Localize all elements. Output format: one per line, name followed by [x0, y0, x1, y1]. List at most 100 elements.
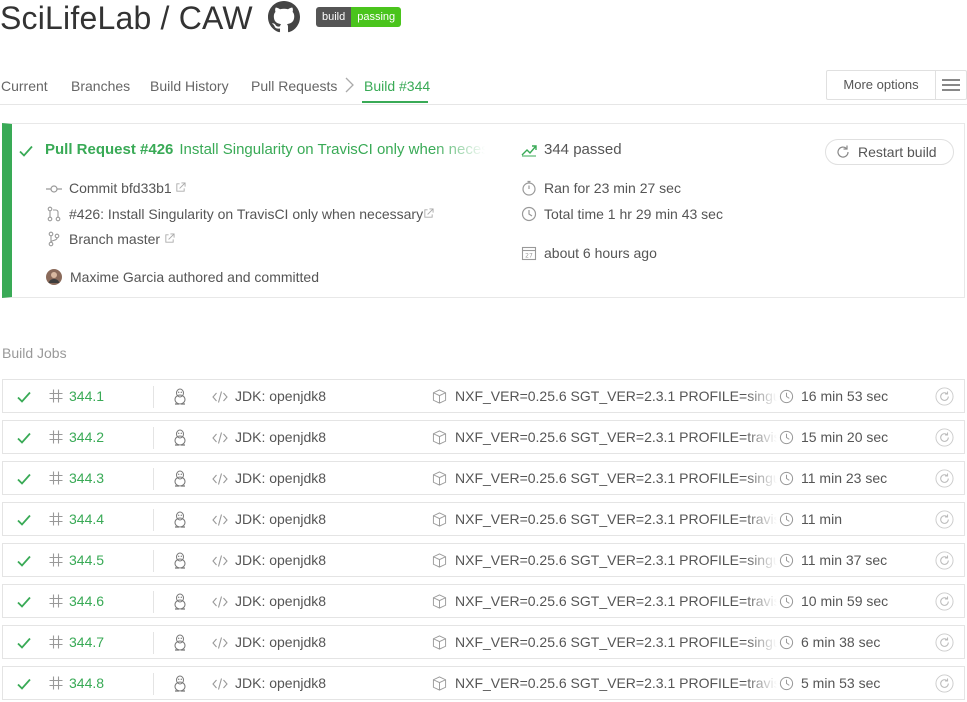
linux-icon [174, 552, 186, 569]
job-row[interactable]: 344.8 JDK: openjdk8 NXF_VER=0.25.6 SGT_V… [2, 666, 965, 700]
job-duration: 11 min 37 sec [801, 552, 888, 568]
build-status-badge[interactable]: build passing [316, 7, 402, 27]
total-time: Total time 1 hr 29 min 43 sec [544, 206, 723, 222]
restart-job-icon[interactable] [935, 674, 954, 693]
menu-icon [936, 71, 966, 99]
divider [153, 468, 154, 490]
divider [153, 673, 154, 695]
code-icon [212, 637, 228, 649]
package-icon [432, 430, 447, 445]
check-icon [17, 391, 31, 403]
restart-job-icon[interactable] [935, 387, 954, 406]
external-link-icon[interactable] [164, 233, 175, 244]
restart-job-icon[interactable] [935, 510, 954, 529]
restart-job-icon[interactable] [935, 633, 954, 652]
env-vars: NXF_VER=0.25.6 SGT_VER=2.3.1 PROFILE=tra… [455, 429, 777, 445]
tab-branches[interactable]: Branches [71, 78, 130, 94]
job-number[interactable]: 344.8 [69, 675, 104, 691]
pull-request-icon [47, 206, 61, 222]
pull-request-title[interactable]: Pull Request #426 Install Singularity on … [45, 141, 485, 158]
jdk-label: JDK: openjdk8 [235, 470, 327, 486]
build-passed-icon [521, 145, 537, 157]
restart-job-icon[interactable] [935, 469, 954, 488]
job-row[interactable]: 344.4 JDK: openjdk8 NXF_VER=0.25.6 SGT_V… [2, 502, 965, 536]
tab-pull-requests[interactable]: Pull Requests [251, 78, 337, 94]
package-icon [432, 635, 447, 650]
commit-link[interactable]: Commit bfd33b1 [69, 180, 172, 196]
external-link-icon[interactable] [423, 208, 434, 219]
job-duration: 11 min [801, 511, 842, 527]
restart-job-icon[interactable] [935, 551, 954, 570]
restart-job-icon[interactable] [935, 428, 954, 447]
stopwatch-icon [522, 180, 536, 196]
jdk-label: JDK: openjdk8 [235, 675, 327, 691]
job-number[interactable]: 344.6 [69, 593, 104, 609]
build-status[interactable]: 344 passed [544, 141, 622, 158]
check-icon [17, 678, 31, 690]
divider [153, 509, 154, 531]
pr-message[interactable]: Install Singularity on TravisCI only whe… [179, 141, 485, 158]
clock-icon [779, 594, 794, 609]
code-icon [212, 432, 228, 444]
jdk-label: JDK: openjdk8 [235, 634, 327, 650]
jdk-label: JDK: openjdk8 [235, 593, 327, 609]
package-icon [432, 676, 447, 691]
clock-icon [521, 206, 537, 222]
job-number[interactable]: 344.2 [69, 429, 104, 445]
branch-link[interactable]: Branch master [69, 231, 160, 247]
job-row[interactable]: 344.6 JDK: openjdk8 NXF_VER=0.25.6 SGT_V… [2, 584, 965, 618]
hash-icon [49, 676, 63, 690]
package-icon [432, 471, 447, 486]
job-row[interactable]: 344.5 JDK: openjdk8 NXF_VER=0.25.6 SGT_V… [2, 543, 965, 577]
repo-title[interactable]: SciLifeLab / CAW [0, 0, 253, 36]
badge-label: build [316, 7, 352, 27]
divider [153, 632, 154, 654]
check-icon [17, 432, 31, 444]
job-number[interactable]: 344.3 [69, 470, 104, 486]
jdk-label: JDK: openjdk8 [235, 552, 327, 568]
job-row[interactable]: 344.3 JDK: openjdk8 NXF_VER=0.25.6 SGT_V… [2, 461, 965, 495]
external-link-icon[interactable] [175, 182, 186, 193]
package-icon [432, 553, 447, 568]
job-number[interactable]: 344.1 [69, 388, 104, 404]
clock-icon [779, 389, 794, 404]
github-icon[interactable] [268, 1, 300, 33]
pr-link[interactable]: #426: Install Singularity on TravisCI on… [69, 206, 423, 222]
tab-current[interactable]: Current [1, 78, 48, 94]
package-icon [432, 594, 447, 609]
pr-number[interactable]: Pull Request #426 [45, 141, 173, 158]
env-vars: NXF_VER=0.25.6 SGT_VER=2.3.1 PROFILE=sin… [455, 388, 777, 404]
hash-icon [49, 553, 63, 567]
job-duration: 6 min 38 sec [801, 634, 881, 650]
check-icon [17, 596, 31, 608]
linux-icon [174, 470, 186, 487]
clock-icon [779, 676, 794, 691]
hash-icon [49, 635, 63, 649]
restart-job-icon[interactable] [935, 592, 954, 611]
env-vars: NXF_VER=0.25.6 SGT_VER=2.3.1 PROFILE=tra… [455, 675, 777, 691]
job-row[interactable]: 344.1 JDK: openjdk8 NXF_VER=0.25.6 SGT_V… [2, 379, 965, 413]
jdk-label: JDK: openjdk8 [235, 388, 327, 404]
clock-icon [779, 512, 794, 527]
divider [153, 427, 154, 449]
restart-build-label: Restart build [858, 144, 937, 160]
hash-icon [49, 471, 63, 485]
job-number[interactable]: 344.5 [69, 552, 104, 568]
divider [153, 386, 154, 408]
job-row[interactable]: 344.7 JDK: openjdk8 NXF_VER=0.25.6 SGT_V… [2, 625, 965, 659]
tab-build-344[interactable]: Build #344 [364, 78, 430, 94]
more-options-button[interactable]: More options [826, 70, 967, 100]
env-vars: NXF_VER=0.25.6 SGT_VER=2.3.1 PROFILE=sin… [455, 552, 777, 568]
code-icon [212, 555, 228, 567]
code-icon [212, 473, 228, 485]
tab-build-history[interactable]: Build History [150, 78, 229, 94]
job-row[interactable]: 344.2 JDK: openjdk8 NXF_VER=0.25.6 SGT_V… [2, 420, 965, 454]
jdk-label: JDK: openjdk8 [235, 429, 327, 445]
chevron-right-icon [345, 77, 354, 93]
job-number[interactable]: 344.7 [69, 634, 104, 650]
badge-status: passing [351, 7, 402, 27]
job-number[interactable]: 344.4 [69, 511, 104, 527]
restart-build-button[interactable]: Restart build [825, 139, 954, 165]
more-options-label: More options [827, 71, 936, 99]
check-icon [17, 555, 31, 567]
